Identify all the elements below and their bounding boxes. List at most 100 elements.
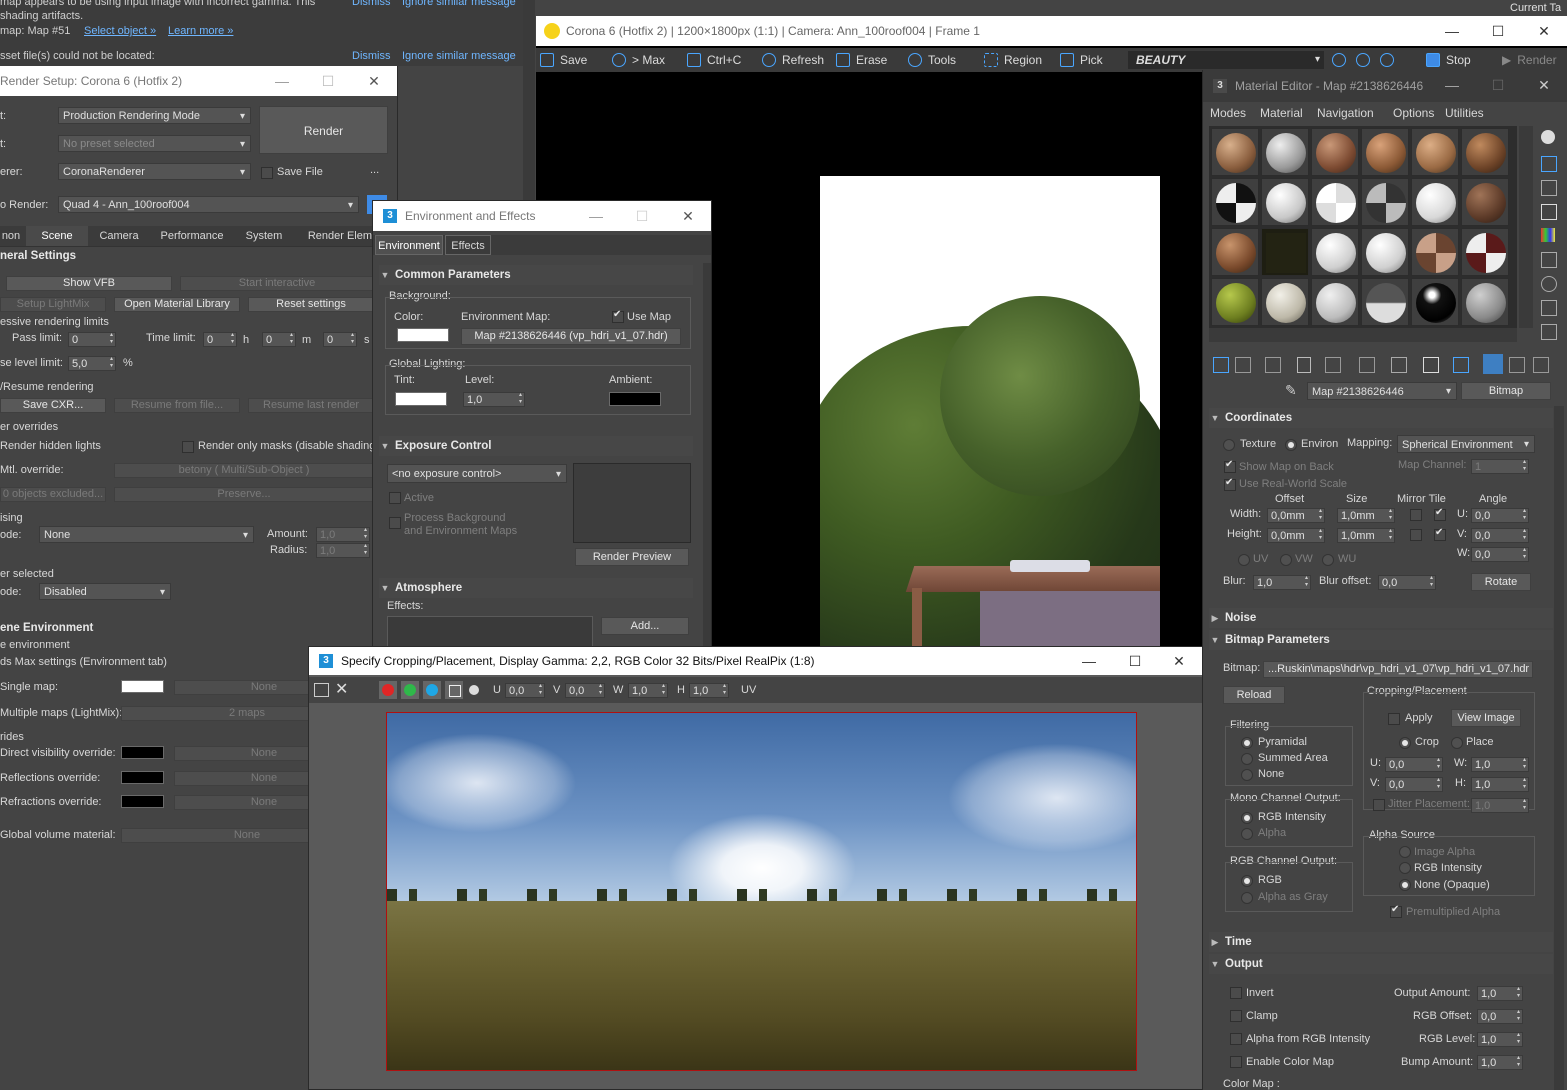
sample-slot[interactable] — [1361, 228, 1409, 276]
map-name-dropdown[interactable]: Map #2138626446 — [1307, 382, 1457, 400]
width-offset-spinner[interactable]: 0,0mm — [1267, 508, 1325, 523]
pass-limit-spinner[interactable]: 0 — [68, 332, 116, 347]
hdri-image[interactable] — [386, 712, 1137, 1071]
summed-area-radio[interactable] — [1241, 753, 1253, 765]
vfb-to-max-button[interactable]: > Max — [612, 48, 665, 72]
sample-slot[interactable] — [1361, 278, 1409, 326]
mat-maximize-icon[interactable]: ☐ — [1475, 70, 1521, 100]
material-editor-scrollbar[interactable] — [1554, 406, 1564, 1090]
mat-close-icon[interactable]: ✕ — [1521, 70, 1567, 100]
video-color-icon[interactable] — [1541, 228, 1555, 242]
rgb-radio[interactable] — [1241, 875, 1253, 887]
put-to-scene-icon[interactable] — [1235, 357, 1251, 373]
place-radio[interactable] — [1451, 737, 1463, 749]
premultiplied-alpha-checkbox[interactable] — [1390, 904, 1402, 918]
eyedropper-icon[interactable]: ✎ — [1285, 382, 1297, 399]
env-maximize-icon[interactable]: ☐ — [619, 201, 665, 231]
vfb-titlebar[interactable]: Corona 6 (Hotfix 2) | 1200×1800px (1:1) … — [536, 16, 1567, 46]
background-icon[interactable] — [1541, 180, 1557, 196]
preserve-button[interactable]: Preserve... — [114, 487, 374, 502]
render-selected-mode-dropdown[interactable]: Disabled — [39, 583, 171, 600]
rotate-button[interactable]: Rotate — [1471, 573, 1531, 591]
sample-slot[interactable] — [1411, 128, 1459, 176]
resume-from-file-button[interactable]: Resume from file... — [114, 398, 240, 413]
zoom-fit-icon[interactable] — [1380, 48, 1400, 72]
bitmap-path-button[interactable]: ...Ruskin\maps\hdr\vp_hdri_v1_07\vp_hdri… — [1263, 661, 1533, 678]
vfb-render-button[interactable]: ▶ Render — [1502, 48, 1557, 72]
clamp-checkbox[interactable] — [1230, 1010, 1242, 1022]
mapping-dropdown[interactable]: Spherical Environment — [1397, 435, 1535, 453]
blur-offset-spinner[interactable]: 0,0 — [1378, 575, 1436, 590]
notice-scrollbar[interactable] — [523, 0, 535, 200]
sample-slot[interactable] — [1311, 228, 1359, 276]
zoom-in-icon[interactable] — [1332, 48, 1352, 72]
render-preview-button[interactable]: Render Preview — [575, 548, 689, 566]
env-scrollbar[interactable] — [703, 263, 711, 649]
texture-radio[interactable] — [1223, 439, 1235, 451]
vfb-maximize-icon[interactable]: ☐ — [1475, 16, 1521, 46]
vfb-refresh-button[interactable]: Refresh — [762, 48, 824, 72]
crop-titlebar[interactable]: 3 Specify Cropping/Placement, Display Ga… — [309, 647, 1202, 675]
sample-slot[interactable] — [1211, 178, 1259, 226]
crop-w-spinner[interactable]: 1,0 — [1471, 757, 1529, 772]
crop-v-field[interactable]: 0,0 — [565, 683, 605, 698]
go-to-parent-icon[interactable] — [1483, 354, 1503, 374]
objects-excluded-button[interactable]: 0 objects excluded... — [0, 487, 106, 502]
process-background-checkbox[interactable] — [389, 517, 401, 529]
effects-list[interactable] — [387, 616, 593, 648]
vfb-erase-button[interactable]: Erase — [836, 48, 887, 72]
ambient-swatch[interactable] — [609, 392, 661, 406]
menu-modes[interactable]: Modes — [1210, 103, 1246, 123]
options-icon[interactable] — [1541, 276, 1557, 292]
height-size-spinner[interactable]: 1,0mm — [1337, 528, 1395, 543]
reset-settings-button[interactable]: Reset settings — [248, 297, 374, 312]
open-material-library-button[interactable]: Open Material Library — [114, 297, 240, 312]
u-tile-checkbox[interactable] — [1434, 507, 1446, 521]
uv-radio[interactable] — [1238, 554, 1250, 566]
alpha-as-gray-radio[interactable] — [1241, 892, 1253, 904]
atmosphere-rollout[interactable]: ▼ Atmosphere — [379, 578, 693, 598]
reflections-override-swatch[interactable] — [121, 771, 164, 784]
render-only-masks-checkbox[interactable] — [182, 441, 194, 453]
crop-h-spinner[interactable]: 1,0 — [1471, 777, 1529, 792]
alpha-rgb-intensity-radio[interactable] — [1399, 862, 1411, 874]
crop-u-spinner[interactable]: 0,0 — [1385, 757, 1443, 772]
amount-spinner[interactable]: 1,0 — [316, 527, 370, 542]
width-size-spinner[interactable]: 1,0mm — [1337, 508, 1395, 523]
crop-close-icon[interactable]: ✕ — [1156, 647, 1202, 675]
map-type-button[interactable]: Bitmap — [1461, 382, 1551, 400]
vfb-copy-button[interactable]: Ctrl+C — [687, 48, 741, 72]
sample-slot[interactable] — [1311, 128, 1359, 176]
crop-maximize-icon[interactable]: ☐ — [1112, 647, 1158, 675]
uv-tiling-icon[interactable] — [1541, 204, 1557, 220]
mtl-override-button[interactable]: betony ( Multi/Sub-Object ) — [114, 463, 374, 478]
save-cxr-button[interactable]: Save CXR... — [0, 398, 106, 413]
save-file-browse[interactable]: ... — [370, 164, 379, 176]
sample-slot[interactable] — [1361, 178, 1409, 226]
mat-minimize-icon[interactable]: — — [1429, 70, 1475, 100]
material-navigator-icon[interactable] — [1541, 324, 1557, 340]
sample-slot[interactable] — [1211, 278, 1259, 326]
crop-u-field[interactable]: 0,0 — [505, 683, 545, 698]
vfb-region-button[interactable]: Region — [984, 48, 1042, 72]
height-offset-spinner[interactable]: 0,0mm — [1267, 528, 1325, 543]
green-channel-icon[interactable] — [401, 681, 419, 699]
apply-crop-checkbox[interactable] — [1388, 713, 1400, 725]
make-preview-icon[interactable] — [1541, 252, 1557, 268]
noise-rollout[interactable]: ▶ Noise — [1209, 608, 1553, 628]
refractions-override-swatch[interactable] — [121, 795, 164, 808]
sample-slots-hscroll[interactable] — [1209, 328, 1517, 342]
env-titlebar[interactable]: 3 Environment and Effects — ☐ ✕ — [373, 201, 711, 231]
vfb-tools-button[interactable]: Tools — [908, 48, 956, 72]
render-setup-titlebar[interactable]: Render Setup: Corona 6 (Hotfix 2) — ☐ ✕ — [0, 66, 397, 96]
assign-to-selection-icon[interactable] — [1265, 357, 1281, 373]
none-opaque-radio[interactable] — [1399, 879, 1411, 891]
enable-color-map-checkbox[interactable] — [1230, 1056, 1242, 1068]
show-map-on-back-checkbox[interactable] — [1224, 459, 1236, 473]
show-end-result-icon[interactable] — [1453, 357, 1469, 373]
sample-slot[interactable] — [1411, 228, 1459, 276]
sample-slot[interactable] — [1311, 278, 1359, 326]
invert-checkbox[interactable] — [1230, 987, 1242, 999]
use-map-checkbox[interactable] — [612, 309, 624, 323]
crop-w-field[interactable]: 1,0 — [628, 683, 668, 698]
